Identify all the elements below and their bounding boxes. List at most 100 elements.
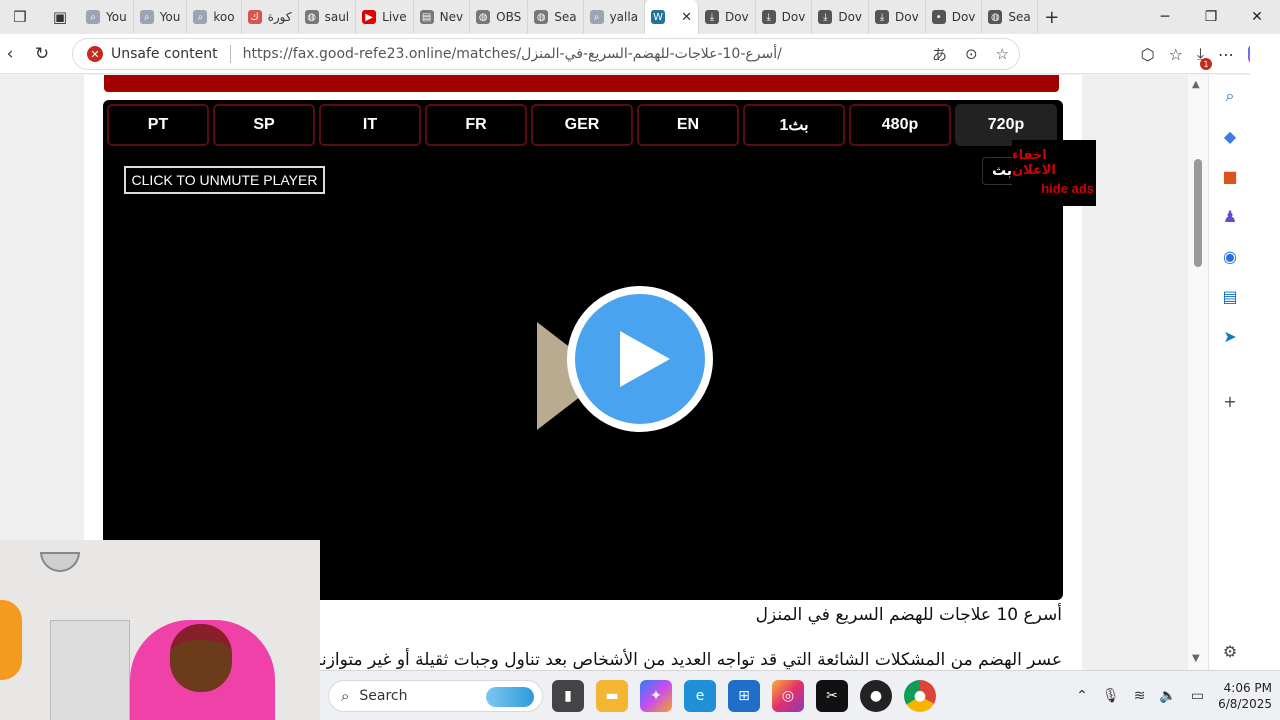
settings-more-icon[interactable]: ⋯ xyxy=(1218,45,1234,64)
tab[interactable]: ◍ OBS xyxy=(470,0,529,34)
microsoft365-icon[interactable]: ◉ xyxy=(1219,245,1241,267)
edge-sidebar: ⌕ ◆ ■ ♟ ◉ ▤ ➤ + ⚙ xyxy=(1208,75,1250,670)
video-player[interactable]: PT SP IT FR GER EN بث1 480p 720p CLICK TO UNMUTE… xyxy=(103,100,1063,600)
tab[interactable]: ⤓ Dov xyxy=(812,0,870,34)
tray-chevron-icon[interactable]: ⌃ xyxy=(1076,688,1088,704)
article-paragraph: عسر الهضم من المشكلات الشائعة التي قد تو… xyxy=(312,650,1062,670)
server-button[interactable]: GER xyxy=(531,104,633,146)
server-button[interactable]: SP xyxy=(213,104,315,146)
server-button[interactable]: IT xyxy=(319,104,421,146)
tab[interactable]: ▶ Live xyxy=(356,0,414,34)
hide-ads-arabic[interactable]: اخفاء الاعلان xyxy=(1012,148,1094,178)
download-icon: ⤓ xyxy=(704,10,719,24)
url-text[interactable]: https://fax.good-refe23.online/matches/أ… xyxy=(243,46,782,62)
taskbar-search[interactable]: ⌕ Search xyxy=(328,680,543,712)
instagram-icon[interactable]: ◎ xyxy=(772,680,804,712)
play-button[interactable] xyxy=(567,286,713,432)
unsafe-warning-icon[interactable]: ✕ xyxy=(87,46,103,62)
tab[interactable]: ⌕ yalla xyxy=(584,0,646,34)
volume-icon[interactable]: 🔈 xyxy=(1159,688,1176,704)
server-button[interactable]: بث1 xyxy=(743,104,845,146)
close-tab-icon[interactable]: ✕ xyxy=(681,10,692,25)
tab-label: Live xyxy=(382,10,407,24)
search-icon: ⌕ xyxy=(86,10,100,24)
battery-icon[interactable]: ▭ xyxy=(1191,688,1204,704)
microphone-icon[interactable]: 🎙 xyxy=(1102,688,1120,704)
add-sidebar-icon[interactable]: + xyxy=(1219,390,1241,412)
extensions-icon[interactable]: ⬡ xyxy=(1141,45,1155,64)
restore-button[interactable]: ❐ xyxy=(1188,0,1234,34)
tab-label: You xyxy=(159,10,181,24)
hide-ads-english[interactable]: hide ads xyxy=(1041,181,1094,196)
tab[interactable]: ⌕ koo xyxy=(187,0,242,34)
server-buttons: PT SP IT FR GER EN بث1 480p 720p xyxy=(107,104,1057,146)
read-aloud-icon[interactable]: あ xyxy=(932,44,947,65)
back-icon[interactable]: ‹ xyxy=(0,36,20,72)
tab-label: saul xyxy=(324,10,350,24)
downloads-icon[interactable]: ⤓ xyxy=(1197,44,1213,70)
play-control[interactable] xyxy=(533,286,713,436)
webcam-door xyxy=(50,620,130,720)
copilot-app-icon[interactable]: ✦ xyxy=(640,680,672,712)
more-tools-icon[interactable]: ⊙ xyxy=(965,45,978,63)
tab[interactable]: ⌕ You xyxy=(80,0,134,34)
page-scrollbar[interactable]: ▲ ▼ xyxy=(1188,75,1208,670)
tools-briefcase-icon[interactable]: ■ xyxy=(1219,165,1241,187)
tab[interactable]: ⌕ You xyxy=(134,0,188,34)
server-button[interactable]: PT xyxy=(107,104,209,146)
security-label[interactable]: Unsafe content xyxy=(111,46,218,62)
workspaces-icon[interactable]: ❒ xyxy=(0,0,40,34)
tab[interactable]: ك كورة xyxy=(242,0,299,34)
favorites-icon[interactable]: ☆ xyxy=(1169,45,1183,64)
koora-icon: ك xyxy=(247,10,262,24)
server-button[interactable]: FR xyxy=(425,104,527,146)
toolbar-actions: ⬡ ☆ ⤓ ⋯ xyxy=(1141,34,1268,74)
tab-label: yalla xyxy=(609,10,639,24)
tab-label: كورة xyxy=(267,10,292,24)
store-icon[interactable]: ⊞ xyxy=(728,680,760,712)
hide-ads-box[interactable]: اخفاء الاعلان hide ads xyxy=(1012,140,1096,206)
shopping-tag-icon[interactable]: ◆ xyxy=(1219,125,1241,147)
scroll-thumb[interactable] xyxy=(1194,159,1202,267)
tab[interactable]: ◍ Sea xyxy=(528,0,584,34)
outlook-icon[interactable]: ▤ xyxy=(1219,285,1241,307)
tab[interactable]: ◍ Sea xyxy=(982,0,1038,34)
minimize-button[interactable]: ─ xyxy=(1142,0,1188,34)
server-button[interactable]: EN xyxy=(637,104,739,146)
clock[interactable]: 4:06 PM 6/8/2025 xyxy=(1218,680,1272,712)
games-icon[interactable]: ♟ xyxy=(1219,205,1241,227)
task-view-icon[interactable]: ▮ xyxy=(552,680,584,712)
wifi-icon[interactable]: ≋ xyxy=(1134,688,1146,704)
address-bar[interactable]: ✕ Unsafe content https://fax.good-refe23… xyxy=(72,38,1020,70)
wordpress-icon: W xyxy=(651,10,666,24)
scroll-up-icon[interactable]: ▲ xyxy=(1192,79,1200,90)
search-label: Search xyxy=(359,688,408,704)
file-explorer-icon[interactable]: ▬ xyxy=(596,680,628,712)
tab[interactable]: ▤ Nev xyxy=(414,0,471,34)
server-button[interactable]: 480p xyxy=(849,104,951,146)
tab[interactable]: • Dov xyxy=(926,0,983,34)
capcut-icon[interactable]: ✂ xyxy=(816,680,848,712)
obs-icon[interactable]: ● xyxy=(860,680,892,712)
tab[interactable]: ⤓ Dov xyxy=(756,0,813,34)
chrome-icon[interactable]: ● xyxy=(904,680,936,712)
tab[interactable]: ⤓ Dov xyxy=(699,0,756,34)
edge-icon[interactable]: e xyxy=(684,680,716,712)
window-edge xyxy=(1250,34,1280,670)
article-title: أسرع 10 علاجات للهضم السريع في المنزل xyxy=(755,605,1062,625)
tab[interactable]: ◍ saul xyxy=(299,0,357,34)
unmute-button[interactable]: CLICK TO UNMUTE PLAYER xyxy=(124,166,325,194)
tab[interactable]: ⤓ Dov xyxy=(869,0,926,34)
refresh-button[interactable]: ↻ xyxy=(24,36,60,72)
download-icon: ⤓ xyxy=(761,10,776,24)
scroll-down-icon[interactable]: ▼ xyxy=(1192,653,1200,664)
tab-actions-icon[interactable]: ▣ xyxy=(40,0,80,34)
sidebar-settings-icon[interactable]: ⚙ xyxy=(1219,640,1241,662)
sidebar-search-icon[interactable]: ⌕ xyxy=(1219,85,1241,107)
favorite-star-icon[interactable]: ☆ xyxy=(996,45,1009,63)
send-icon[interactable]: ➤ xyxy=(1219,325,1241,347)
page-icon: ▤ xyxy=(419,10,434,24)
new-tab-button[interactable]: + xyxy=(1038,0,1066,34)
tab[interactable]: W ✕ xyxy=(645,0,699,34)
close-window-button[interactable]: ✕ xyxy=(1234,0,1280,34)
